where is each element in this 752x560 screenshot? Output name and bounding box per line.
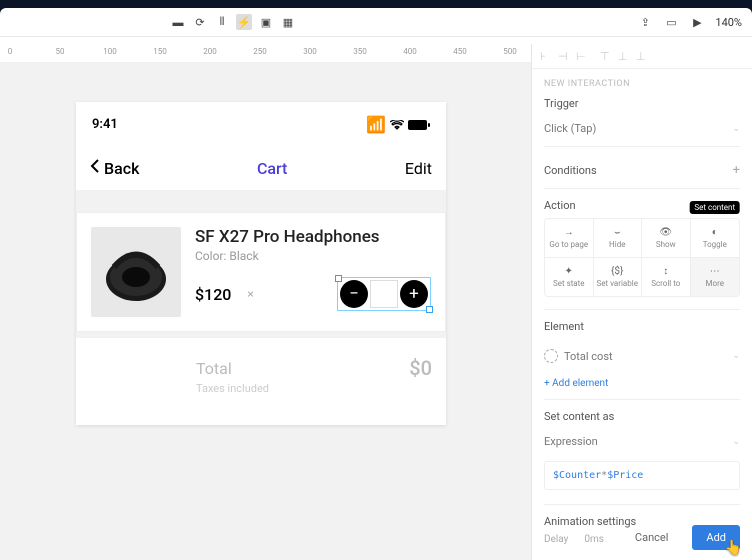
expression-input[interactable]: $Counter*$Price [544,461,740,490]
plus-button[interactable]: + [400,280,428,308]
action-toggle[interactable]: ◐ToggleSet content [691,219,740,258]
action-set-state[interactable]: ✦Set state [545,258,594,296]
tax-note: Taxes included [196,382,432,395]
sync-icon[interactable]: ⟳ [192,14,208,30]
chevron-down-icon: ⌄ [732,124,740,134]
app-window: ▬ ⟳ ⦀ ⚡ ▣ ▦ ⇪ ▭ ▶ 140% 0 50 100 150 200 … [0,8,752,560]
total-value: $0 [409,356,432,380]
artboard-cart[interactable]: 9:41 📶 Back Cart Edit [76,102,446,425]
wifi-icon [390,115,404,134]
trigger-label: Trigger [544,97,740,110]
action-go-to-page[interactable]: →Go to page [545,219,594,258]
panel-heading: NEW INTERACTION [544,79,740,89]
canvas[interactable]: 9:41 📶 Back Cart Edit [0,62,532,560]
nav-bar: Back Cart Edit [76,146,446,190]
remove-button[interactable]: × [247,287,253,301]
trigger-dropdown[interactable]: Click (Tap) ⌄ [544,116,740,142]
action-show[interactable]: 👁Show [642,219,691,258]
ruler: 0 50 100 150 200 250 300 350 400 450 500 [0,44,532,62]
align-right-icon[interactable]: ⊢ [576,50,588,62]
folder-icon[interactable]: ▬ [170,14,186,30]
conditions-label: Conditions [544,164,597,177]
cart-item[interactable]: SF X27 Pro Headphones Color: Black $120 … [76,212,446,332]
cursor-icon: 👆 [725,540,742,556]
action-set-variable[interactable]: {$}Set variable [594,258,643,296]
signal-icon: 📶 [366,115,386,134]
set-content-as-label: Set content as [544,410,740,423]
align-tools: ⊦ ⊣ ⊢ ⊤ ⊥ ⊥ [532,44,752,69]
tooltip: Set content [689,201,740,214]
panel-footer: Cancel Add 👆 [532,515,752,560]
inspector-panel: ⊦ ⊣ ⊢ ⊤ ⊥ ⊥ NEW INTERACTION Trigger Clic… [531,44,752,560]
status-bar: 9:41 📶 [76,102,446,146]
quantity-input[interactable] [370,280,398,308]
edit-button[interactable]: Edit [405,159,432,178]
device-icon[interactable]: ▭ [663,14,679,30]
share-icon[interactable]: ⇪ [637,14,653,30]
top-toolbar: ▬ ⟳ ⦀ ⚡ ▣ ▦ ⇪ ▭ ▶ 140% [0,8,752,37]
zoom-level[interactable]: 140% [715,16,742,29]
add-condition-button[interactable]: + [733,163,740,178]
add-button[interactable]: Add 👆 [692,525,740,550]
action-more[interactable]: ⋯More [691,258,740,296]
layers-icon[interactable]: ▣ [258,14,274,30]
set-as-dropdown[interactable]: Expression ⌄ [544,429,740,455]
cancel-button[interactable]: Cancel [621,525,682,550]
product-image [91,227,181,317]
action-hide[interactable]: ⌣Hide [594,219,643,258]
align-left-icon[interactable]: ⊦ [540,50,552,62]
product-price: $120 [195,285,231,304]
play-icon[interactable]: ▶ [689,14,705,30]
align-top-icon[interactable]: ⊤ [600,50,612,62]
align-center-icon[interactable]: ⊣ [558,50,570,62]
product-title: SF X27 Pro Headphones [195,227,431,247]
total-label: Total [196,359,232,378]
nav-title: Cart [257,159,287,178]
chevron-down-icon: ⌄ [732,351,740,361]
add-element-button[interactable]: + Add element [544,378,740,389]
minus-button[interactable]: − [340,280,368,308]
target-icon [544,349,558,363]
time-label: 9:41 [92,117,118,132]
back-button[interactable]: Back [90,158,139,178]
element-dropdown[interactable]: Total cost ⌄ [544,339,740,374]
totals-section: Total $0 Taxes included [76,338,446,425]
chevron-left-icon [90,158,100,178]
action-scroll-to[interactable]: ↕Scroll to [642,258,691,296]
action-grid: →Go to page ⌣Hide 👁Show ◐ToggleSet conte… [544,218,740,297]
align-bottom-icon[interactable]: ⊥ [636,50,648,62]
product-variant: Color: Black [195,249,431,263]
spacing-icon[interactable]: ⦀ [214,14,230,30]
chevron-down-icon: ⌄ [732,437,740,447]
battery-icon [408,115,430,134]
element-label: Element [544,320,740,333]
align-middle-icon[interactable]: ⊥ [618,50,630,62]
components-icon[interactable]: ▦ [280,14,296,30]
lightning-icon[interactable]: ⚡ [236,14,252,30]
quantity-control[interactable]: − + [337,277,431,311]
